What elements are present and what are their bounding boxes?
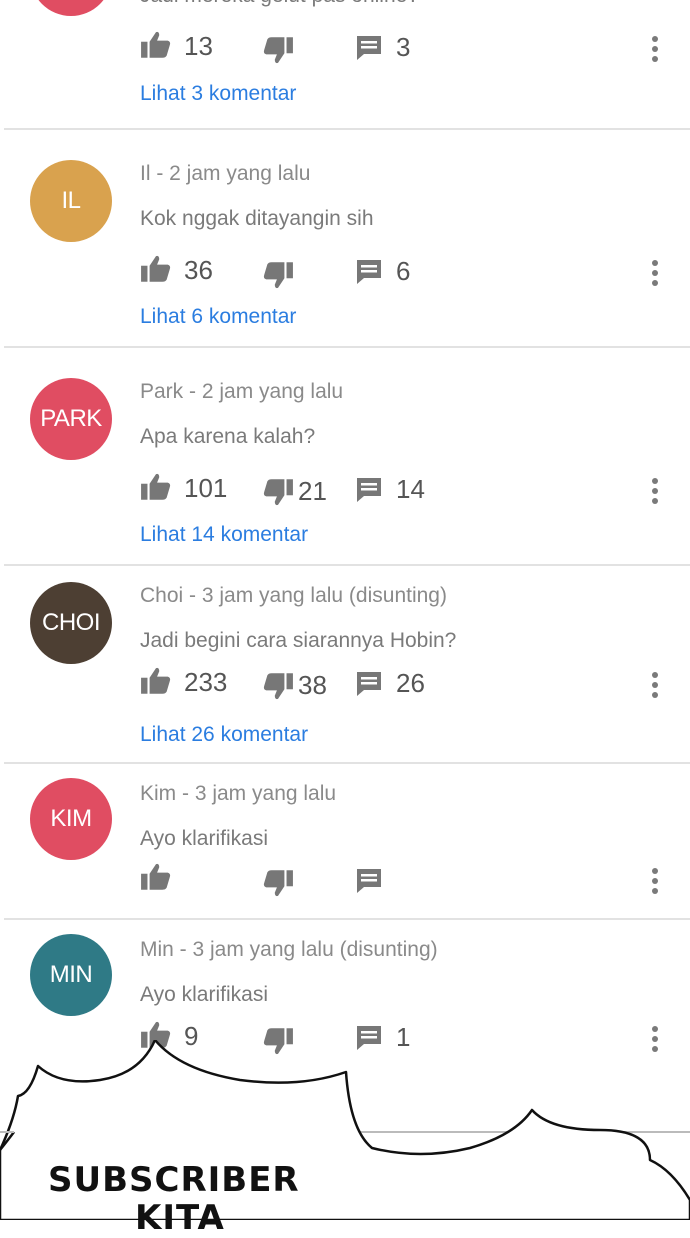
overlay-caption: KITA [135,1198,225,1238]
more-options-icon[interactable] [650,36,660,62]
comment-text: Ayo klarifikasi [140,827,268,850]
view-replies-link[interactable]: Lihat 26 komentar [140,723,308,747]
divider [4,346,690,348]
view-replies-link[interactable]: Lihat 3 komentar [140,82,296,106]
comment-meta: Park - 2 jam yang lalu [140,380,344,403]
comment-meta: Min - 3 jam yang lalu (disunting) [140,938,438,961]
dislike-button[interactable] [262,866,294,898]
like-button[interactable]: 36 [140,254,213,286]
like-button[interactable] [140,862,172,894]
comment-text: Jadi mereka gelut pas online? [140,0,419,8]
reply-count: 3 [396,32,411,62]
reply-icon [354,33,384,63]
thumb-down-icon [262,475,294,507]
like-button[interactable]: 233 [140,666,227,698]
reply-button[interactable]: 6 [354,256,410,287]
reply-button[interactable]: 3 [354,32,410,63]
thumb-up-icon [140,862,172,894]
avatar[interactable] [30,0,112,16]
thumb-up-icon [140,254,172,286]
comment-text: Ayo klarifikasi [140,983,268,1006]
reply-icon [354,866,384,896]
reply-button[interactable] [354,866,384,896]
dislike-button[interactable] [262,258,294,290]
like-button[interactable]: 101 [140,472,227,504]
reply-count: 26 [396,668,425,698]
like-count: 13 [184,30,213,61]
avatar[interactable]: PARK [30,378,112,460]
dislike-button[interactable]: 21 [262,475,327,507]
avatar[interactable]: IL [30,160,112,242]
reply-button[interactable]: 26 [354,668,425,699]
avatar[interactable]: MIN [30,934,112,1016]
comment-meta: Choi - 3 jam yang lalu (disunting) [140,584,447,607]
more-options-icon[interactable] [650,478,660,504]
thumb-down-icon [262,33,294,65]
reply-button[interactable]: 14 [354,474,425,505]
like-count: 233 [184,666,228,697]
dislike-count: 21 [298,475,327,506]
avatar[interactable]: CHOI [30,582,112,664]
like-button[interactable]: 13 [140,30,213,62]
thumb-down-icon [262,258,294,290]
thumb-up-icon [140,666,172,698]
thumb-down-icon [262,866,294,898]
like-count: 101 [184,472,228,503]
thumb-up-icon [140,472,172,504]
more-options-icon[interactable] [650,672,660,698]
avatar[interactable]: KIM [30,778,112,860]
comment-meta: Kim - 3 jam yang lalu [140,782,337,805]
comment-text: Jadi begini cara siarannya Hobin? [140,629,457,652]
overlay-caption: SUBSCRIBER [48,1160,300,1200]
more-options-icon[interactable] [650,260,660,286]
reply-icon [354,475,384,505]
comment-text: Apa karena kalah? [140,425,316,448]
divider [4,564,690,566]
reply-icon [354,669,384,699]
reply-count: 6 [396,256,411,286]
divider [4,762,690,764]
divider [4,918,690,920]
dislike-button[interactable] [262,33,294,65]
comment-text: Kok nggak ditayangin sih [140,207,374,230]
view-replies-link[interactable]: Lihat 6 komentar [140,305,296,329]
thumb-down-icon [262,669,294,701]
reply-icon [354,257,384,287]
dislike-button[interactable]: 38 [262,669,327,701]
thumb-up-icon [140,30,172,62]
dislike-count: 38 [298,669,327,700]
divider [4,128,690,130]
more-options-icon[interactable] [650,868,660,894]
comment-meta: Il - 2 jam yang lalu [140,162,311,185]
reply-count: 14 [396,474,425,504]
like-count: 36 [184,254,213,285]
view-replies-link[interactable]: Lihat 14 komentar [140,523,308,547]
